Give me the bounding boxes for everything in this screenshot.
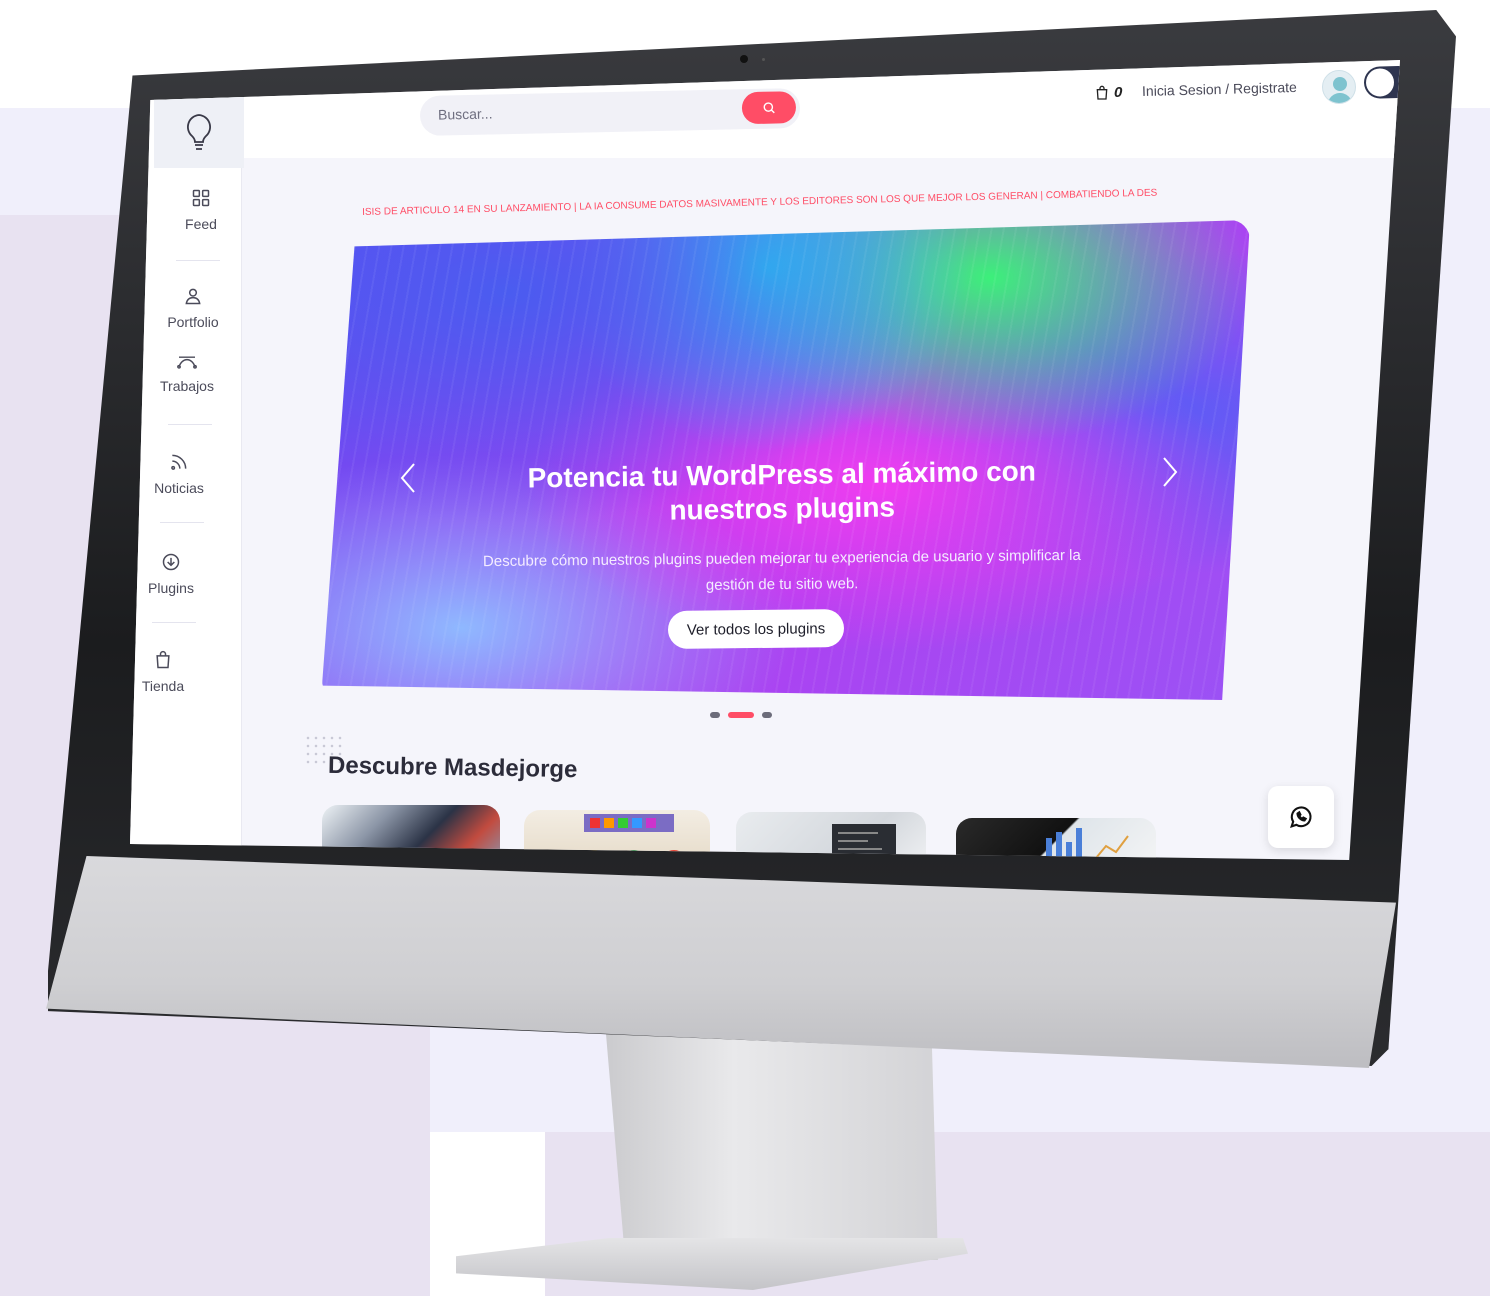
slider-dot-active[interactable]: [728, 712, 754, 718]
whatsapp-button[interactable]: [1268, 786, 1334, 848]
slider-dot[interactable]: [762, 712, 772, 718]
divider: [160, 522, 204, 523]
website-screen: 0 Inicia Sesion / Registrate Feed Portfo…: [130, 60, 1400, 860]
slider-dots: [710, 712, 772, 718]
hero-slider: Potencia tu WordPress al máximo con nues…: [322, 220, 1250, 700]
sidebar-item-label: Portfolio: [167, 314, 219, 330]
sidebar-item-label: Plugins: [148, 580, 194, 596]
search-icon: [763, 102, 775, 114]
rss-icon: [171, 454, 187, 470]
sidebar-item-feed[interactable]: Feed: [156, 188, 246, 232]
user-avatar-icon: [1327, 77, 1353, 103]
news-ticker[interactable]: ISIS DE ARTICULO 14 EN SU LANZAMIENTO | …: [362, 185, 1262, 218]
charts-image: [1046, 828, 1129, 859]
dark-mode-toggle[interactable]: [1363, 65, 1400, 99]
chevron-left-icon[interactable]: [398, 460, 418, 496]
search-bar[interactable]: Buscar...: [419, 88, 801, 136]
section-title: Descubre Masdejorge: [327, 751, 578, 784]
download-icon: [162, 553, 180, 571]
sidebar-item-noticias[interactable]: Noticias: [134, 452, 224, 496]
divider: [176, 260, 220, 261]
hero-title: Potencia tu WordPress al máximo con nues…: [527, 455, 1037, 526]
camera-sensor: [762, 58, 765, 61]
hero-subtitle: Descubre cómo nuestros plugins pueden me…: [482, 546, 1081, 594]
pen-tool-icon: [177, 356, 197, 369]
card-thumbnail[interactable]: [956, 818, 1156, 860]
view-plugins-button[interactable]: Ver todos los plugins: [667, 609, 845, 649]
chevron-right-icon[interactable]: [1160, 454, 1180, 490]
monitor-stand-neck: [604, 1020, 938, 1260]
camera-icon: [740, 55, 748, 63]
lightbulb-icon: [187, 114, 211, 150]
toggle-knob: [1365, 68, 1395, 97]
avatar[interactable]: [1322, 70, 1356, 104]
user-icon: [185, 288, 201, 305]
sidebar-item-portfolio[interactable]: Portfolio: [148, 286, 238, 330]
shopping-bag-icon: [156, 650, 170, 669]
sidebar-item-label: Feed: [185, 216, 217, 232]
login-link[interactable]: Inicia Sesion / Registrate: [1142, 79, 1297, 99]
shopping-bag-icon: [1096, 85, 1108, 100]
grid-icon: [192, 189, 210, 207]
sidebar-item-tienda[interactable]: Tienda: [130, 650, 208, 694]
cart-button[interactable]: 0: [1094, 84, 1122, 101]
cart-count: 0: [1114, 84, 1123, 101]
search-button[interactable]: [741, 91, 797, 125]
background-panel-mid: [430, 1058, 1490, 1132]
divider: [152, 622, 196, 623]
whatsapp-icon: [1290, 806, 1312, 828]
slider-dot[interactable]: [710, 712, 720, 718]
divider: [168, 424, 212, 425]
sidebar-item-label: Trabajos: [160, 378, 214, 394]
sidebar-item-label: Tienda: [141, 678, 185, 694]
search-input[interactable]: Buscar...: [438, 105, 493, 122]
logo[interactable]: [154, 96, 244, 168]
sidebar-item-label: Noticias: [154, 480, 204, 496]
sidebar-item-plugins[interactable]: Plugins: [130, 552, 216, 596]
sidebar-item-trabajos[interactable]: Trabajos: [142, 354, 232, 394]
